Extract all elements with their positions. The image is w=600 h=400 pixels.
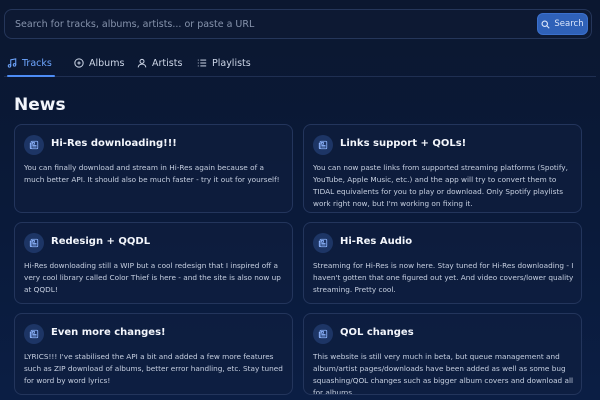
tab-albums-label: Albums bbox=[89, 57, 125, 69]
tab-tracks-label: Tracks bbox=[22, 57, 52, 69]
news-heading: News bbox=[14, 95, 66, 115]
news-card-title: Hi-Res downloading!!! bbox=[51, 138, 177, 149]
tab-bar: Tracks Albums Artists Playlists bbox=[4, 50, 596, 77]
search-button[interactable]: Search bbox=[537, 13, 588, 35]
user-icon bbox=[137, 58, 147, 68]
news-card-body: LYRICS!!! I've stabilised the API a bit … bbox=[24, 352, 283, 385]
news-card-title: Redesign + QQDL bbox=[51, 236, 151, 247]
disc-icon bbox=[74, 58, 84, 68]
tab-playlists-label: Playlists bbox=[212, 57, 251, 69]
newspaper-icon bbox=[24, 233, 44, 253]
news-card: Redesign + QQDL Hi-Res downloading still… bbox=[14, 222, 293, 304]
news-card-body: Hi-Res downloading still a WIP but a coo… bbox=[24, 261, 281, 294]
tab-tracks[interactable]: Tracks bbox=[7, 50, 55, 77]
list-icon bbox=[197, 59, 207, 67]
news-card-body: You can now paste links from supported s… bbox=[313, 163, 568, 208]
search-button-label: Search bbox=[554, 19, 584, 29]
tab-artists-label: Artists bbox=[152, 57, 183, 69]
newspaper-icon bbox=[24, 135, 44, 155]
news-card-title: Even more changes! bbox=[51, 327, 166, 338]
news-card-title: Links support + QOLs! bbox=[340, 138, 467, 149]
search-bar: Search bbox=[4, 9, 592, 39]
news-card: Hi-Res Audio Streaming for Hi-Res is now… bbox=[303, 222, 582, 304]
music-note-icon bbox=[7, 58, 17, 68]
news-card: Links support + QOLs! You can now paste … bbox=[303, 124, 582, 213]
news-card-title: QOL changes bbox=[340, 327, 414, 338]
tab-artists[interactable]: Artists bbox=[137, 50, 182, 76]
news-card: QOL changes This website is still very m… bbox=[303, 313, 582, 395]
active-tab-indicator bbox=[7, 75, 55, 77]
news-card: Even more changes! LYRICS!!! I've stabil… bbox=[14, 313, 293, 395]
newspaper-icon bbox=[313, 233, 333, 253]
news-card-body: Streaming for Hi-Res is now here. Stay t… bbox=[313, 261, 574, 294]
newspaper-icon bbox=[313, 135, 333, 155]
newspaper-icon bbox=[24, 324, 44, 344]
news-card: Hi-Res downloading!!! You can finally do… bbox=[14, 124, 293, 213]
search-icon bbox=[541, 19, 551, 29]
tab-playlists[interactable]: Playlists bbox=[197, 50, 251, 76]
news-card-body: You can finally download and stream in H… bbox=[24, 163, 280, 184]
newspaper-icon bbox=[313, 324, 333, 344]
tab-albums[interactable]: Albums bbox=[74, 50, 124, 76]
news-card-body: This website is still very much in beta,… bbox=[313, 352, 574, 395]
search-input[interactable] bbox=[15, 10, 525, 38]
news-card-title: Hi-Res Audio bbox=[340, 236, 413, 247]
